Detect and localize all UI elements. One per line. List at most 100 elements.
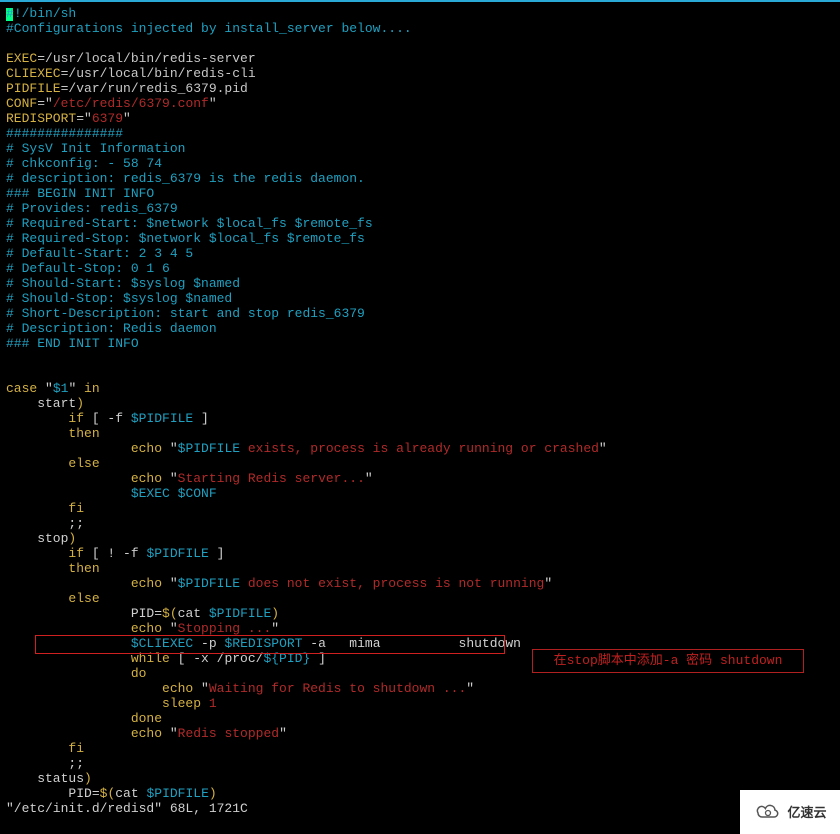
cliexec-indent [6, 636, 131, 651]
echo3-q2: " [544, 576, 552, 591]
echo4-msg: Stopping ... [178, 621, 272, 636]
echo1-q2: " [599, 441, 607, 456]
redisport-val: 6379 [92, 111, 123, 126]
if2-close: ] [209, 546, 225, 561]
conf-val: /etc/redis/6379.conf [53, 96, 209, 111]
echo2-msg: Starting Redis server... [178, 471, 365, 486]
if1-var: $PIDFILE [131, 411, 193, 426]
comment-provides: # Provides: redis_6379 [6, 201, 178, 216]
echo1: echo [6, 441, 162, 456]
echo5-msg: Waiting for Redis to shutdown ... [209, 681, 466, 696]
echo6: echo [6, 726, 162, 741]
echo2-q1: " [162, 471, 178, 486]
var-conf: CONF [6, 96, 37, 111]
comment-def-start: # Default-Start: 2 3 4 5 [6, 246, 193, 261]
comment-should-start: # Should-Start: $syslog $named [6, 276, 240, 291]
echo2: echo [6, 471, 162, 486]
while-proc: /proc/ [217, 651, 264, 666]
case-stop: stop [6, 531, 68, 546]
var-redisport: REDISPORT [6, 111, 76, 126]
annotation-box: 在stop脚本中添加-a 密码 shutdown [532, 649, 804, 673]
if2-var: $PIDFILE [146, 546, 208, 561]
while-pid: ${PID} [263, 651, 310, 666]
if2-test: [ ! -f [84, 546, 146, 561]
echo3-var: $PIDFILE [178, 576, 240, 591]
shebang-path: !/bin/sh [14, 6, 76, 21]
cliexec-path: =/usr/local/bin/redis-cli [61, 66, 256, 81]
var-exec: EXEC [6, 51, 37, 66]
if1-test: [ -f [84, 411, 131, 426]
comment-req-start: # Required-Start: $network $local_fs $re… [6, 216, 373, 231]
kw-else1: else [6, 456, 100, 471]
pid-subclose: ) [271, 606, 279, 621]
pid-pidfile: $PIDFILE [209, 606, 271, 621]
while-close: ] [310, 651, 326, 666]
case-start: start [6, 396, 76, 411]
echo4-q1: " [162, 621, 178, 636]
annotation-text: 在stop脚本中添加-a 密码 [554, 653, 720, 668]
comment-should-stop: # Should-Stop: $syslog $named [6, 291, 232, 306]
cloud-icon [753, 803, 783, 821]
redisport-var: $REDISPORT [224, 636, 302, 651]
watermark-logo: 亿速云 [740, 790, 840, 834]
echo3-msg: does not exist, process is not running [240, 576, 544, 591]
kw-fi2: fi [6, 741, 84, 756]
case-q2: " [68, 381, 84, 396]
echo5: echo [6, 681, 193, 696]
comment-end-init: ### END INIT INFO [6, 336, 139, 351]
pid2-subclose: ) [209, 786, 217, 801]
pid-subopen: $( [162, 606, 178, 621]
echo3-q1: " [162, 576, 178, 591]
kw-while: while [6, 651, 170, 666]
vim-status-line: "/etc/init.d/redisd" 68L, 1721C [6, 801, 248, 816]
pidfile-path: =/var/run/redis_6379.pid [61, 81, 248, 96]
echo4: echo [6, 621, 162, 636]
kw-case: case [6, 381, 37, 396]
kw-else2: else [6, 591, 100, 606]
exec-path: =/usr/local/bin/redis-server [37, 51, 255, 66]
echo1-var: $PIDFILE [178, 441, 240, 456]
case-status: status [6, 771, 84, 786]
kw-if2: if [6, 546, 84, 561]
comment-hashes: ############### [6, 126, 123, 141]
echo1-q1: " [162, 441, 178, 456]
if1-close: ] [193, 411, 209, 426]
exec-var: $EXEC [131, 486, 170, 501]
kw-do: do [6, 666, 146, 681]
conf-close: " [209, 96, 217, 111]
kw-sleep: sleep [6, 696, 201, 711]
pid2-cat: cat [115, 786, 146, 801]
cliexec-var: $CLIEXEC [131, 636, 193, 651]
echo6-q1: " [162, 726, 178, 741]
pid2-eq: = [92, 786, 100, 801]
kw-fi1: fi [6, 501, 84, 516]
kw-then1: then [6, 426, 100, 441]
kw-then2: then [6, 561, 100, 576]
conf-eq: =" [37, 96, 53, 111]
annotation-keyword: shutdown [720, 653, 782, 668]
watermark-text: 亿速云 [787, 805, 826, 820]
pid-eq: = [154, 606, 162, 621]
echo5-q1: " [193, 681, 209, 696]
case-stop-paren: ) [68, 531, 76, 546]
pid-cat: cat [178, 606, 209, 621]
comment-config: #Configurations injected by install_serv… [6, 21, 412, 36]
comment-chkconfig: # chkconfig: - 58 74 [6, 156, 162, 171]
echo3: echo [6, 576, 162, 591]
exec-sp [170, 486, 178, 501]
kw-done: done [6, 711, 162, 726]
case-start-paren: ) [76, 396, 84, 411]
comment-description: # Description: Redis daemon [6, 321, 217, 336]
pid2-assign: PID [6, 786, 92, 801]
echo6-msg: Redis stopped [178, 726, 279, 741]
var-pidfile: PIDFILE [6, 81, 61, 96]
case-status-paren: ) [84, 771, 92, 786]
comment-req-stop: # Required-Stop: $network $local_fs $rem… [6, 231, 365, 246]
while-test: [ -x [170, 651, 217, 666]
conf-var: $CONF [178, 486, 217, 501]
case-arg: $1 [53, 381, 69, 396]
dsemi2: ;; [6, 756, 84, 771]
comment-desc: # description: redis_6379 is the redis d… [6, 171, 365, 186]
cliexec-a: -a [302, 636, 325, 651]
redisport-eq: =" [76, 111, 92, 126]
